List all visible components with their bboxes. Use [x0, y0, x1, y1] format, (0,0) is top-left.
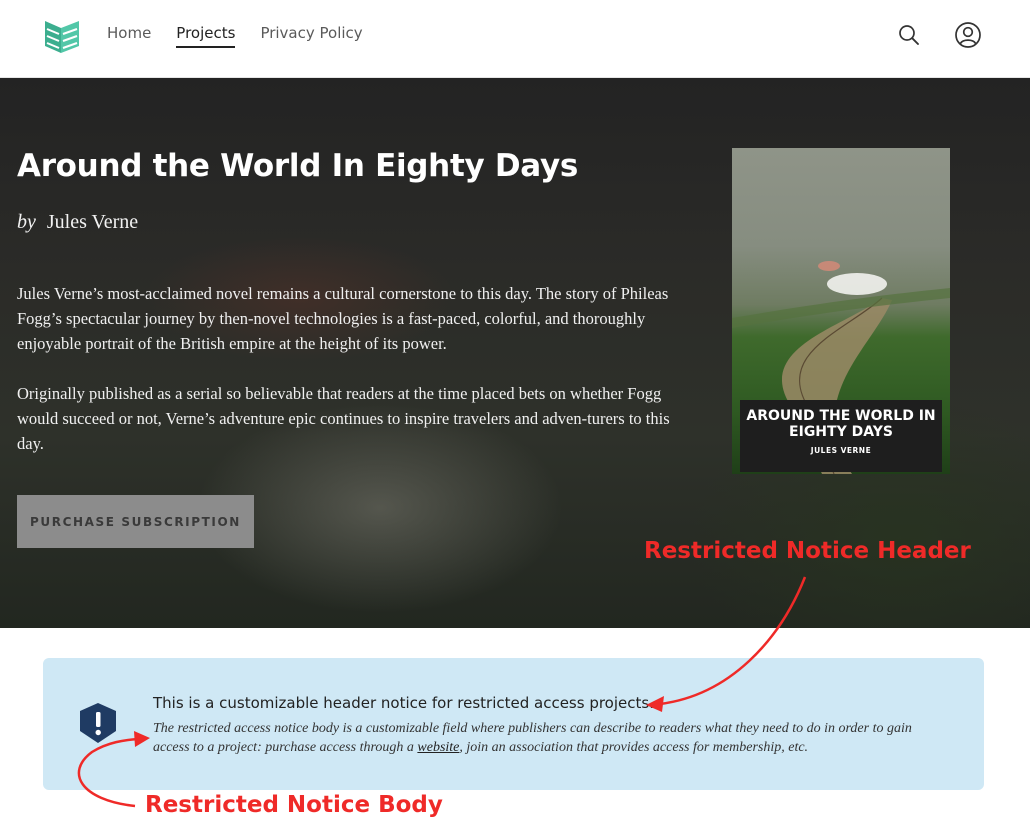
main-nav: Home Projects Privacy Policy — [107, 24, 363, 48]
search-icon[interactable] — [897, 23, 921, 47]
byline: by Jules Verne — [17, 211, 138, 234]
cover-title-block: AROUND THE WORLD IN EIGHTY DAYS JULES VE… — [740, 400, 942, 472]
cover-cloud — [818, 261, 840, 271]
notice-body-text-end: , join an association that provides acce… — [459, 740, 809, 755]
cover-author: JULES VERNE — [810, 446, 872, 455]
exclamation-shield-icon — [76, 701, 120, 745]
annotation-header-label: Restricted Notice Header — [644, 538, 971, 564]
book-cover: AROUND THE WORLD IN EIGHTY DAYS JULES VE… — [732, 148, 950, 474]
byline-prefix: by — [17, 211, 36, 233]
nav-privacy-policy[interactable]: Privacy Policy — [260, 24, 362, 48]
notice-header: This is a customizable header notice for… — [153, 694, 654, 712]
author-name: Jules Verne — [46, 211, 139, 233]
user-icon[interactable] — [954, 21, 982, 49]
notice-body: The restricted access notice body is a c… — [153, 719, 943, 757]
project-description-paragraph-1: Jules Verne’s most-acclaimed novel remai… — [17, 284, 669, 353]
manifold-logo-icon[interactable] — [44, 19, 80, 55]
annotation-body-label: Restricted Notice Body — [145, 792, 443, 818]
site-header: Home Projects Privacy Policy — [0, 0, 1030, 78]
nav-projects[interactable]: Projects — [176, 24, 236, 48]
cover-title: AROUND THE WORLD IN EIGHTY DAYS — [746, 408, 936, 440]
purchase-subscription-button[interactable]: PURCHASE SUBSCRIPTION — [17, 495, 254, 548]
restricted-access-notice: This is a customizable header notice for… — [43, 658, 984, 790]
cover-smoke — [827, 273, 887, 295]
notice-website-link[interactable]: website — [417, 740, 459, 755]
project-title: Around the World In Eighty Days — [17, 148, 579, 184]
project-description-paragraph-2: Originally published as a serial so beli… — [17, 384, 670, 453]
nav-home[interactable]: Home — [107, 24, 151, 48]
